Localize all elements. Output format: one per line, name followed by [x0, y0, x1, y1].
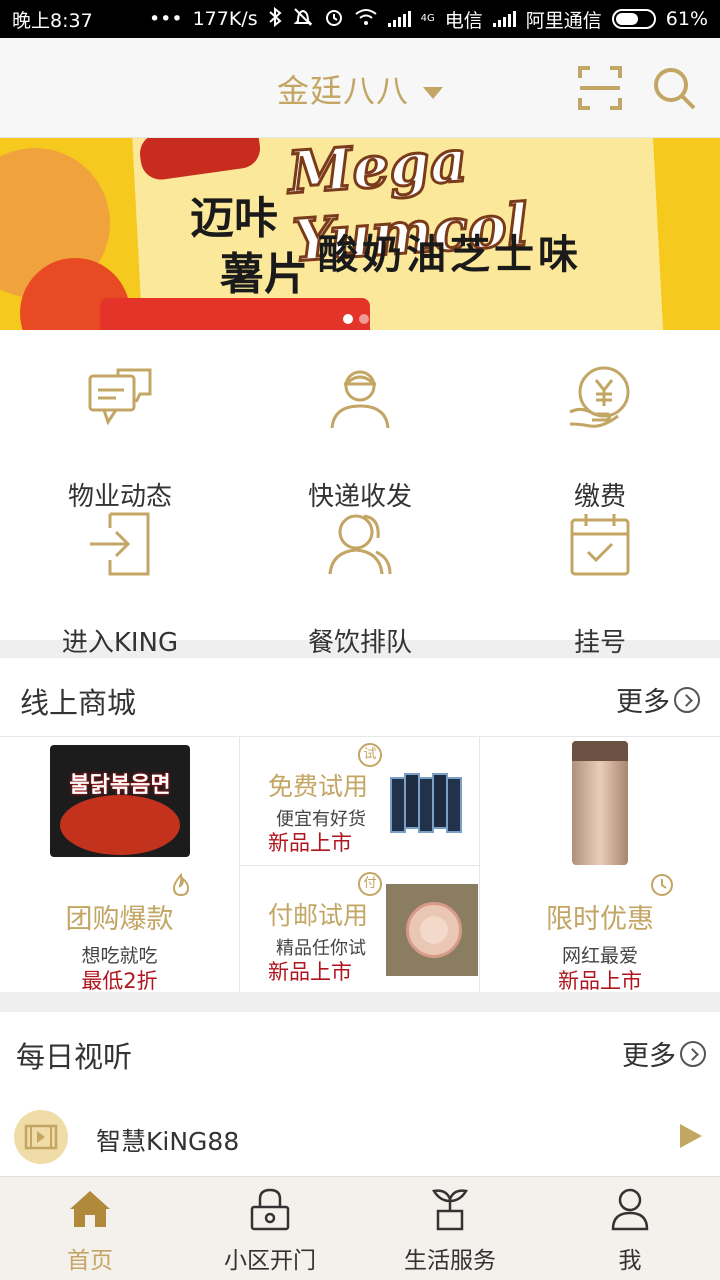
noodle-product-image: 불닭볶음면 — [50, 745, 190, 857]
banner-text-3: 酸奶油芝士味 — [318, 232, 582, 278]
daily-item-name: 智慧KiNG88 — [96, 1127, 240, 1156]
enter-icon — [90, 512, 150, 576]
service-dining-queue[interactable]: 餐饮排队 — [240, 512, 480, 662]
service-label: 挂号 — [573, 628, 626, 658]
wifi-icon — [354, 8, 378, 31]
home-icon — [70, 1191, 110, 1227]
banner-text-1: 迈咔 — [190, 193, 278, 244]
services-grid: 物业动态 快递收发 缴费 进入KING 餐饮排队 挂号 — [0, 330, 720, 658]
postage-trial-title: 付邮试用 — [268, 901, 369, 930]
plant-icon — [431, 1189, 469, 1231]
status-dots: ••• — [148, 8, 183, 30]
group-buy-subtitle: 想吃就吃 — [81, 945, 158, 967]
trial-badge: 试 — [358, 743, 382, 767]
group-buy-card[interactable]: 불닭볶음면 团购爆款 想吃就吃 最低2折 — [0, 737, 239, 993]
limited-offer-card[interactable]: 限时优惠 网红最爱 新品上市 — [480, 737, 720, 993]
daily-more-button[interactable]: 更多 — [622, 1034, 706, 1073]
service-label: 物业动态 — [67, 482, 172, 512]
user-icon — [611, 1188, 649, 1231]
daily-list-item[interactable]: 智慧KiNG88 — [0, 1090, 720, 1176]
banner-packs — [100, 298, 370, 330]
service-label: 缴费 — [573, 482, 626, 512]
courier-icon — [330, 370, 390, 429]
banner-dot-2 — [359, 314, 369, 324]
calendar-check-icon — [570, 514, 630, 576]
service-payment[interactable]: 缴费 — [480, 366, 720, 516]
postage-trial-card[interactable]: 付 付邮试用 精品任你试 新品上市 — [240, 866, 479, 993]
daily-section-header: 每日视听 更多 — [0, 1012, 720, 1090]
mute-icon — [292, 7, 314, 32]
service-label: 快递收发 — [307, 482, 412, 512]
postage-trial-tag: 新品上市 — [268, 960, 352, 984]
battery-icon — [611, 9, 656, 29]
mall-grid: 불닭볶음면 团购爆款 想吃就吃 最低2折 试 免费试用 便宜有好货 新品上市 付… — [0, 736, 720, 993]
postage-badge: 付 — [358, 872, 382, 896]
tab-label: 首页 — [67, 1248, 113, 1274]
service-label: 进入KING — [61, 628, 179, 658]
group-buy-price: 最低2折 — [81, 969, 158, 993]
network-type: 4G — [420, 13, 435, 24]
signal-icon — [387, 11, 411, 27]
more-label: 更多 — [616, 687, 670, 718]
tab-life-services[interactable]: 生活服务 — [360, 1177, 540, 1280]
limited-tag: 新品上市 — [558, 969, 642, 993]
status-bar: 晚上8:37 ••• 177K/s 4G 电信 阿里通信 61% — [0, 0, 720, 38]
tab-home[interactable]: 首页 — [0, 1177, 180, 1280]
thermos-product-image — [572, 741, 628, 865]
clock-icon — [651, 874, 673, 896]
mall-more-button[interactable]: 更多 — [616, 680, 700, 719]
chevron-right-icon — [674, 686, 700, 713]
chat-bubbles-icon — [88, 368, 152, 426]
succulent-product-image — [386, 884, 478, 976]
service-property-news[interactable]: 物业动态 — [0, 366, 240, 516]
carrier-1: 电信 — [444, 9, 483, 32]
service-courier[interactable]: 快递收发 — [240, 366, 480, 516]
tab-me[interactable]: 我 — [540, 1177, 720, 1280]
bottom-tab-bar: 首页 小区开门 生活服务 我 — [0, 1176, 720, 1280]
service-enter-king[interactable]: 进入KING — [0, 512, 240, 662]
video-icon — [14, 1110, 68, 1164]
bluetooth-icon — [268, 6, 282, 32]
scan-icon[interactable] — [576, 64, 624, 112]
noodle-pack-text: 불닭볶음면 — [69, 773, 171, 798]
noodle-graphic — [60, 795, 180, 855]
limited-subtitle: 网红最爱 — [561, 945, 638, 967]
search-icon[interactable] — [650, 64, 698, 112]
tab-label: 生活服务 — [404, 1248, 496, 1274]
alarm-icon — [324, 7, 344, 32]
free-trial-card[interactable]: 试 免费试用 便宜有好货 新品上市 — [240, 737, 479, 865]
payment-icon — [569, 366, 630, 428]
banner-dot-1 — [343, 314, 353, 324]
promo-banner[interactable]: Mega Yumcol 迈咔 薯片 酸奶油芝士味 — [0, 138, 720, 330]
group-buy-title: 团购爆款 — [65, 904, 174, 935]
snack-product-image — [390, 769, 470, 837]
free-trial-title: 免费试用 — [268, 772, 369, 801]
app-header: 金廷八八 — [0, 38, 720, 138]
mall-title: 线上商城 — [20, 686, 137, 720]
banner-text-2: 薯片 — [220, 249, 308, 300]
flame-icon — [172, 873, 190, 897]
battery-percent: 61% — [665, 8, 708, 30]
more-label: 更多 — [622, 1041, 676, 1072]
signal-icon-2 — [492, 11, 516, 27]
tab-door-open[interactable]: 小区开门 — [180, 1177, 360, 1280]
service-label: 餐饮排队 — [307, 628, 412, 658]
service-registration[interactable]: 挂号 — [480, 512, 720, 662]
network-speed: 177K/s — [192, 8, 258, 30]
daily-title: 每日视听 — [16, 1040, 133, 1074]
mall-section-header: 线上商城 更多 — [0, 658, 720, 736]
lock-icon — [250, 1188, 290, 1231]
status-time: 晚上8:37 — [12, 9, 93, 32]
limited-title: 限时优惠 — [546, 904, 654, 935]
tab-label: 我 — [618, 1248, 642, 1274]
chevron-right-icon — [680, 1040, 706, 1067]
community-name: 金廷八八 — [276, 72, 409, 110]
queue-icon — [328, 514, 392, 575]
play-icon[interactable] — [680, 1124, 702, 1148]
tab-label: 小区开门 — [224, 1248, 316, 1274]
carrier-2: 阿里通信 — [525, 9, 602, 32]
free-trial-tag: 新品上市 — [268, 831, 352, 855]
caret-down-icon — [423, 87, 443, 99]
